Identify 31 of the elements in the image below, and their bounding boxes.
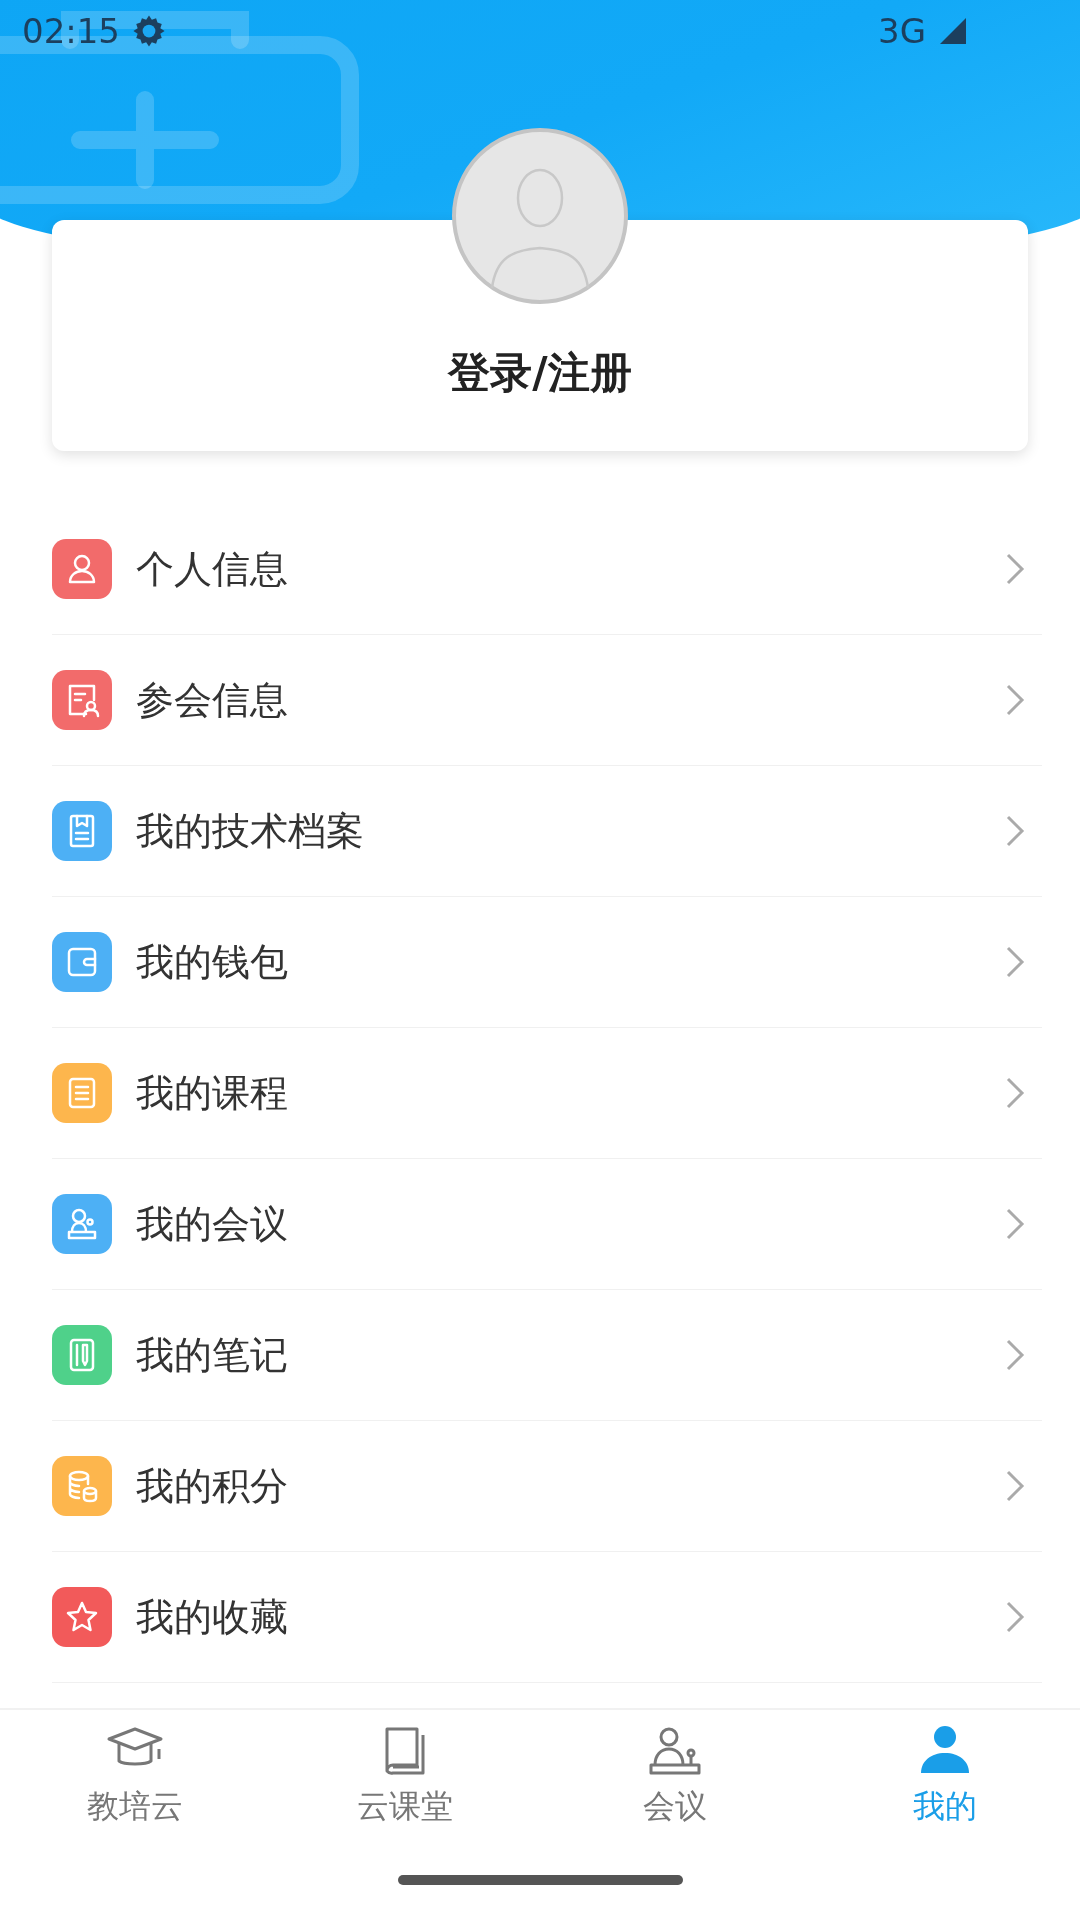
menu-item[interactable]: 我的会议: [52, 1159, 1042, 1290]
status-time: 02:15: [22, 11, 120, 51]
avatar[interactable]: [452, 128, 628, 304]
menu-label: 我的钱包: [136, 938, 289, 986]
menu-label: 我的积分: [136, 1462, 289, 1510]
gear-icon: [132, 14, 166, 48]
tab-label: 会议: [643, 1786, 707, 1827]
tab-label: 我的: [913, 1786, 977, 1827]
menu-item[interactable]: 我的钱包: [52, 897, 1042, 1028]
tab-label: 云课堂: [357, 1786, 453, 1827]
menu-item[interactable]: 我的课程: [52, 1028, 1042, 1159]
menu-label: 我的收藏: [136, 1593, 289, 1641]
signal-icon: [938, 16, 968, 46]
menu-item[interactable]: 我的技术档案: [52, 766, 1042, 897]
menu-item[interactable]: 我的积分: [52, 1421, 1042, 1552]
login-register-link[interactable]: 登录/注册: [448, 345, 632, 401]
menu-item[interactable]: 我的笔记: [52, 1290, 1042, 1421]
network-type: 3G: [878, 11, 926, 51]
menu-label: 我的课程: [136, 1069, 289, 1117]
tab[interactable]: 教培云: [0, 1710, 270, 1840]
menu-label: 我的笔记: [136, 1331, 289, 1379]
menu-label: 我的技术档案: [136, 807, 365, 855]
menu-item[interactable]: 参会信息: [52, 635, 1042, 766]
menu-label: 我的会议: [136, 1200, 289, 1248]
tab[interactable]: 会议: [540, 1710, 810, 1840]
menu-label: 参会信息: [136, 676, 289, 724]
tab-label: 教培云: [87, 1786, 183, 1827]
menu-item[interactable]: 我的收藏: [52, 1552, 1042, 1683]
tab[interactable]: 云课堂: [270, 1710, 540, 1840]
menu-label: 个人信息: [136, 545, 289, 593]
menu-item[interactable]: 个人信息: [52, 504, 1042, 635]
